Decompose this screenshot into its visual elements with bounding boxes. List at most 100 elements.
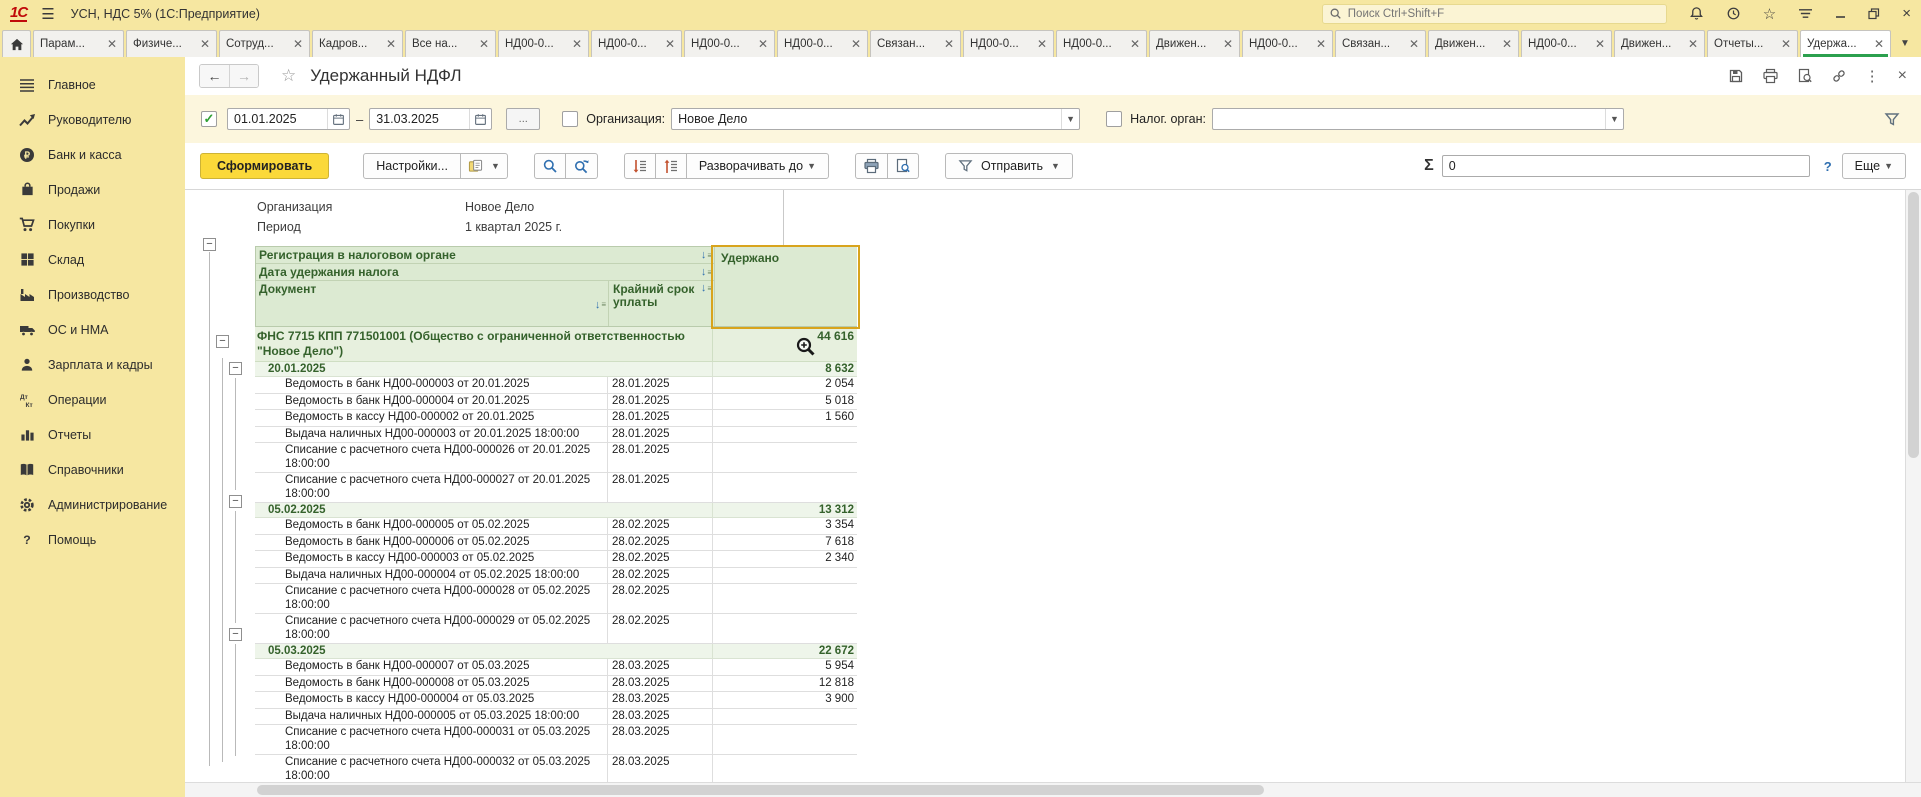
close-window-icon[interactable]: × [1902,5,1911,22]
tab-13[interactable]: Движен... ✕ [1149,30,1240,57]
table-row[interactable]: Выдача наличных НД00-000003 от 20.01.202… [255,427,857,444]
tab-9[interactable]: НД00-0... ✕ [777,30,868,57]
period-checkbox[interactable]: ✓ [201,111,217,127]
tab-15[interactable]: Связан... ✕ [1335,30,1426,57]
table-row[interactable]: Выдача наличных НД00-000004 от 05.02.202… [255,568,857,585]
header-due[interactable]: Крайний срок уплаты ↓≡ [609,281,714,326]
period-variants-button[interactable]: ... [506,108,540,130]
restore-icon[interactable] [1868,8,1880,20]
history-icon[interactable] [1726,6,1741,21]
search-input[interactable] [1348,8,1660,20]
tab-close-icon[interactable]: ✕ [665,39,675,49]
sidebar-item-cart[interactable]: Покупки [0,207,185,242]
close-report-icon[interactable]: × [1898,67,1907,85]
expander-fns-group[interactable]: − [216,335,229,348]
tab-19[interactable]: Отчеты... ✕ [1707,30,1798,57]
tab-2[interactable]: Физиче... ✕ [126,30,217,57]
print-button[interactable] [855,153,888,179]
tab-4[interactable]: Кадров... ✕ [312,30,403,57]
global-search[interactable] [1322,4,1667,24]
sort-icon[interactable]: ↓≡ [701,283,712,293]
minimize-icon[interactable] [1835,8,1846,19]
expand-to-button[interactable]: Разворачивать до▼ [686,153,829,179]
table-row[interactable]: Ведомость в кассу НД00-000004 от 05.03.2… [255,692,857,709]
table-row[interactable]: Ведомость в банк НД00-000003 от 20.01.20… [255,377,857,394]
table-row[interactable]: Ведомость в банк НД00-000005 от 05.02.20… [255,518,857,535]
tab-close-icon[interactable]: ✕ [1502,39,1512,49]
tab-close-icon[interactable]: ✕ [1316,39,1326,49]
table-row[interactable]: Списание с расчетного счета НД00-000026 … [255,443,857,473]
sidebar-item-sales[interactable]: Продажи [0,172,185,207]
tab-7[interactable]: НД00-0... ✕ [591,30,682,57]
tab-close-icon[interactable]: ✕ [1130,39,1140,49]
tab-10[interactable]: Связан... ✕ [870,30,961,57]
tax-authority-input[interactable] [1213,112,1605,126]
tab-8[interactable]: НД00-0... ✕ [684,30,775,57]
fns-group-row[interactable]: ФНС 7715 КПП 771501001 (Общество с огран… [255,327,857,362]
organization-select[interactable]: ▼ [671,108,1080,130]
chevron-down-icon[interactable]: ▼ [1605,109,1623,129]
collapse-groups-icon[interactable] [624,153,656,179]
expand-groups-icon[interactable] [655,153,687,179]
preview-icon[interactable] [1797,68,1813,84]
table-row[interactable]: Ведомость в банк НД00-000006 от 05.02.20… [255,535,857,552]
find-next-icon[interactable] [565,153,598,179]
sidebar-item-warehouse[interactable]: Склад [0,242,185,277]
forward-button[interactable]: → [229,65,258,87]
sidebar-item-menu[interactable]: Главное [0,67,185,102]
generate-button[interactable]: Сформировать [200,153,329,179]
help-button[interactable]: ? [1824,159,1832,174]
tab-18[interactable]: Движен... ✕ [1614,30,1705,57]
tab-5[interactable]: Все на... ✕ [405,30,496,57]
tab-close-icon[interactable]: ✕ [479,39,489,49]
table-row[interactable]: Ведомость в банк НД00-000007 от 05.03.20… [255,659,857,676]
sidebar-item-person[interactable]: Зарплата и кадры [0,347,185,382]
tab-close-icon[interactable]: ✕ [851,39,861,49]
notifications-bell-icon[interactable] [1689,6,1704,21]
expander-date-group-3[interactable]: − [229,628,242,641]
expander-report[interactable]: − [203,238,216,251]
favorites-star-icon[interactable]: ☆ [1763,5,1776,23]
horizontal-scrollbar[interactable] [185,782,1921,797]
tab-overflow-button[interactable]: ▼ [1893,30,1917,57]
tab-16[interactable]: Движен... ✕ [1428,30,1519,57]
table-row[interactable]: Списание с расчетного счета НД00-000027 … [255,473,857,503]
period-from-field[interactable] [227,108,350,130]
expander-date-group-2[interactable]: − [229,495,242,508]
sort-icon[interactable]: ↓≡ [595,283,606,326]
tab-1[interactable]: Парам... ✕ [33,30,124,57]
table-row[interactable]: Списание с расчетного счета НД00-000031 … [255,725,857,755]
header-registration[interactable]: Регистрация в налоговом органе ↓≡ [256,247,714,264]
tab-close-icon[interactable]: ✕ [572,39,582,49]
send-button[interactable]: Отправить▼ [945,153,1073,179]
sidebar-item-trend[interactable]: Руководителю [0,102,185,137]
tab-close-icon[interactable]: ✕ [1688,39,1698,49]
date-group-row[interactable]: 20.01.2025 8 632 [255,362,857,377]
back-button[interactable]: ← [200,65,229,87]
header-withhold-date[interactable]: Дата удержания налога ↓≡ [256,264,714,281]
tab-close-icon[interactable]: ✕ [293,39,303,49]
sort-icon[interactable]: ↓≡ [701,250,712,260]
tab-home[interactable] [2,30,31,57]
tab-14[interactable]: НД00-0... ✕ [1242,30,1333,57]
table-row[interactable]: Ведомость в кассу НД00-000003 от 05.02.2… [255,551,857,568]
link-icon[interactable] [1831,68,1847,84]
report-variants-button[interactable]: ▼ [460,153,508,179]
tab-close-icon[interactable]: ✕ [944,39,954,49]
tab-17[interactable]: НД00-0... ✕ [1521,30,1612,57]
table-row[interactable]: Списание с расчетного счета НД00-000032 … [255,755,857,782]
sort-icon[interactable]: ↓≡ [701,267,712,277]
sidebar-item-ruble[interactable]: ₽ Банк и касса [0,137,185,172]
sidebar-item-factory[interactable]: Производство [0,277,185,312]
settings-button[interactable]: Настройки... [363,153,461,179]
more-actions-icon[interactable]: ⋮ [1865,67,1880,85]
sum-input[interactable] [1443,159,1809,173]
tab-close-icon[interactable]: ✕ [1037,39,1047,49]
header-withheld[interactable]: Удержано [714,247,858,326]
tab-11[interactable]: НД00-0... ✕ [963,30,1054,57]
organization-input[interactable] [672,112,1061,126]
tab-close-icon[interactable]: ✕ [1595,39,1605,49]
tax-authority-select[interactable]: ▼ [1212,108,1624,130]
tab-close-icon[interactable]: ✕ [1409,39,1419,49]
tab-close-icon[interactable]: ✕ [1223,39,1233,49]
